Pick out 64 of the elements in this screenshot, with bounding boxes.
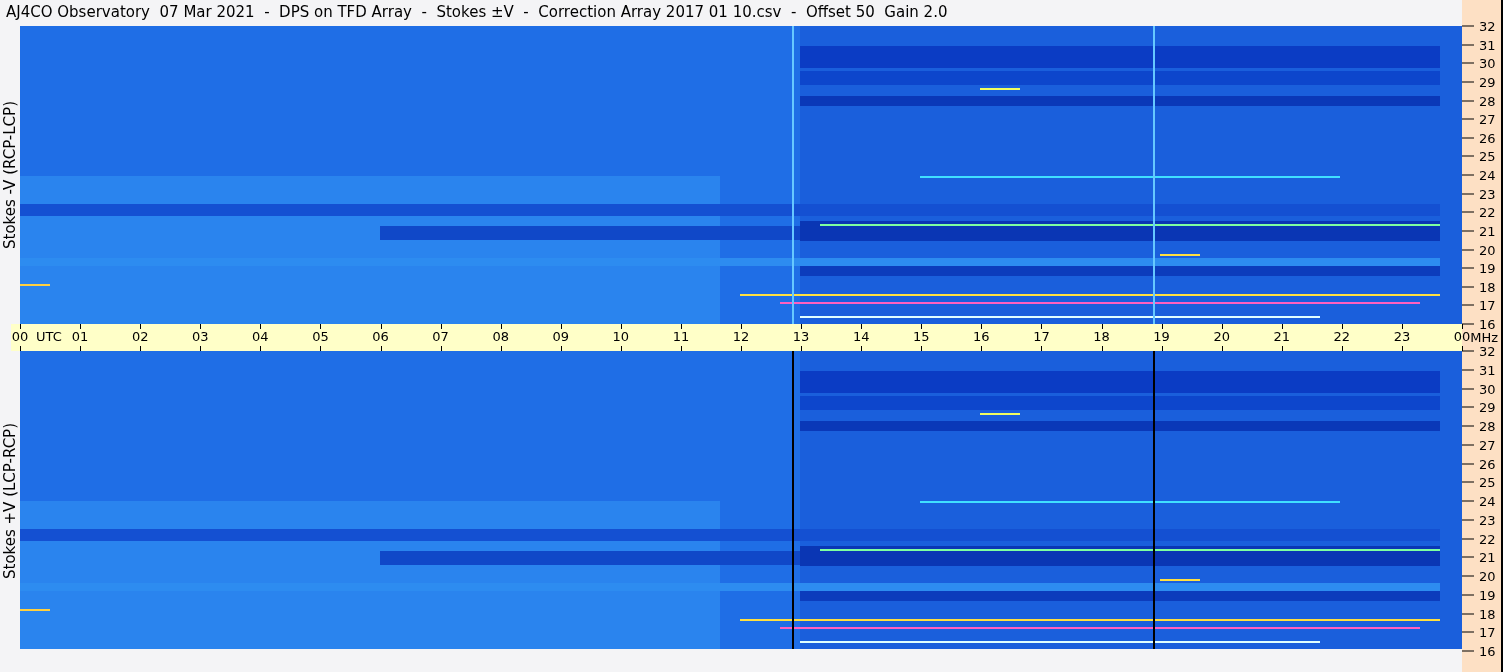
- frequency-tick-label: 23: [1479, 186, 1496, 202]
- time-tick-label: 07: [432, 329, 449, 345]
- frequency-unit-label: MHz: [1470, 330, 1498, 345]
- frequency-tick-label: 26: [1479, 456, 1496, 471]
- frequency-tick-label: 32: [1479, 18, 1496, 34]
- frequency-tick-label: 19: [1479, 260, 1496, 276]
- time-tick-label: 04: [252, 329, 269, 345]
- frequency-tick-label: 29: [1479, 74, 1496, 90]
- frequency-tick-label: 21: [1479, 549, 1496, 565]
- frequency-tick-label: 32: [1479, 343, 1496, 359]
- frequency-tick-label: 24: [1479, 167, 1496, 183]
- frequency-tick-label: 20: [1479, 568, 1496, 584]
- frequency-tick-label: 30: [1479, 55, 1496, 71]
- frequency-tick-label: 18: [1479, 279, 1496, 295]
- time-tick-label: 14: [852, 329, 870, 345]
- time-tick-label: 05: [312, 329, 329, 345]
- time-tick-label: 18: [1093, 329, 1110, 345]
- time-tick-label: 15: [913, 329, 930, 345]
- frequency-tick-label: 25: [1479, 474, 1496, 490]
- frequency-tick-label: 16: [1479, 316, 1496, 332]
- time-tick-label: 12: [732, 329, 750, 345]
- time-tick-label: 03: [192, 329, 209, 345]
- frequency-tick-label: 22: [1479, 531, 1496, 546]
- time-tick-label: 01: [71, 329, 89, 345]
- time-tick-label: 23: [1393, 329, 1411, 345]
- time-tick-label: 13: [792, 329, 810, 345]
- frequency-tick-label: 28: [1479, 93, 1496, 108]
- time-unit-label: UTC: [36, 329, 62, 345]
- frequency-tick-label: 29: [1479, 399, 1496, 415]
- time-tick-label: 17: [1033, 329, 1050, 345]
- frequency-tick-label: 21: [1479, 223, 1496, 239]
- frequency-tick-label: 17: [1479, 624, 1496, 640]
- time-tick-label: 10: [612, 329, 630, 345]
- frequency-tick-label: 17: [1479, 297, 1496, 313]
- time-tick-label: 16: [973, 329, 990, 345]
- frequency-tick-label: 23: [1479, 512, 1496, 528]
- time-tick-label: 00: [1453, 329, 1471, 345]
- time-tick-label: 22: [1333, 329, 1351, 345]
- time-tick-label: 11: [672, 329, 690, 345]
- frequency-tick-label: 16: [1479, 643, 1496, 659]
- time-tick-label: 19: [1153, 329, 1170, 345]
- frequency-tick-label: 27: [1479, 437, 1496, 453]
- time-tick-label: 09: [552, 329, 569, 345]
- frequency-tick-label: 28: [1479, 418, 1496, 434]
- panel-label: Stokes +V (LCP-RCP): [1, 423, 19, 579]
- time-tick-label: 21: [1273, 329, 1290, 345]
- panel-label: Stokes -V (RCP-LCP): [1, 101, 19, 249]
- frequency-tick-label: 30: [1479, 381, 1496, 396]
- time-tick-label: 08: [492, 329, 509, 345]
- time-tick-label: 00: [11, 329, 29, 345]
- time-tick-label: 02: [131, 329, 149, 345]
- window-title: AJ4CO Observatory 07 Mar 2021 - DPS on TFD Array - Stokes ±V - Correction Array 2017 01 10.csv - Offset 50 Gain 2.0: [5, 2, 949, 23]
- frequency-tick-label: 22: [1479, 204, 1496, 220]
- frequency-tick-label: 31: [1479, 37, 1496, 53]
- time-tick-label: 06: [372, 329, 389, 345]
- frequency-tick-label: 25: [1479, 148, 1496, 164]
- frequency-tick-label: 18: [1479, 606, 1496, 621]
- frequency-tick-label: 24: [1479, 493, 1496, 509]
- frequency-tick-label: 19: [1479, 587, 1496, 603]
- time-tick-label: 20: [1213, 329, 1230, 345]
- frequency-tick-label: 31: [1479, 362, 1496, 378]
- frequency-tick-label: 26: [1479, 130, 1496, 146]
- frequency-tick-label: 20: [1479, 242, 1496, 257]
- frequency-tick-label: 27: [1479, 111, 1496, 127]
